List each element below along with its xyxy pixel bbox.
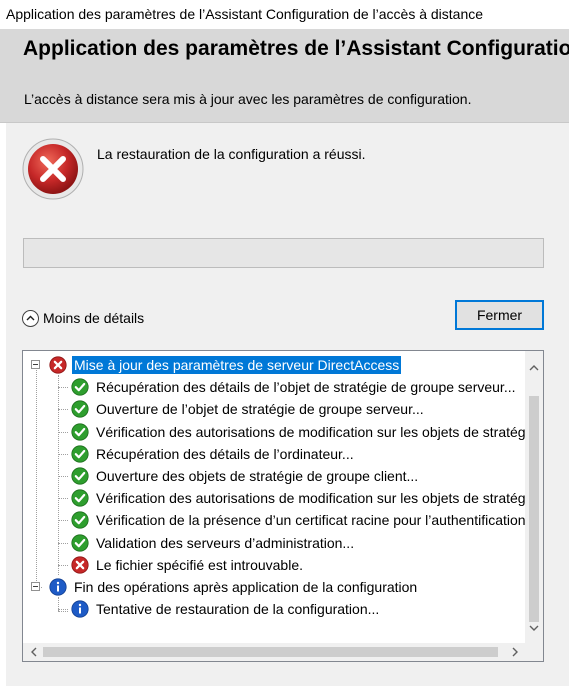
tree-group-label: Mise à jour des paramètres de serveur Di… — [72, 356, 402, 374]
scroll-right-icon[interactable] — [506, 643, 524, 661]
tree-group-label: Fin des opérations après application de … — [74, 579, 418, 595]
horizontal-scroll-thumb[interactable] — [43, 647, 498, 657]
progress-tree[interactable]: Mise à jour des paramètres de serveur Di… — [22, 350, 544, 662]
tree-group[interactable]: Fin des opérations après application de … — [49, 576, 419, 598]
tree-item-label: Ouverture de l’objet de stratégie de gro… — [96, 401, 424, 418]
tree-connector — [36, 365, 37, 587]
tree-connector — [58, 611, 68, 612]
tree-connector — [58, 542, 68, 544]
tree-item[interactable]: Le fichier spécifié est introuvable. — [71, 554, 305, 576]
success-check-icon — [71, 445, 89, 463]
tree-connector — [58, 564, 68, 566]
tree-item-label: Tentative de restauration de la configur… — [96, 601, 380, 618]
scrollbar-corner — [525, 643, 543, 661]
error-icon — [22, 138, 84, 200]
close-button[interactable]: Fermer — [455, 300, 544, 330]
details-toggle[interactable]: Moins de détails — [22, 308, 144, 328]
tree-connector — [58, 498, 68, 500]
success-check-icon — [71, 422, 89, 441]
tree-item-label: Vérification de la présence d’un certifi… — [96, 512, 544, 529]
tree-connector — [58, 375, 59, 575]
scroll-down-icon[interactable] — [525, 619, 543, 637]
tree-item-label: Validation des serveurs d’administration… — [96, 534, 355, 551]
tree-connector — [58, 453, 68, 455]
details-toggle-label: Moins de détails — [43, 310, 145, 326]
tree-item-label: Vérification des autorisations de modifi… — [96, 490, 544, 507]
tree-item[interactable]: Vérification des autorisations de modifi… — [71, 421, 544, 443]
window-title: Application des paramètres de l’Assistan… — [6, 6, 484, 22]
tree-connector — [58, 409, 68, 411]
success-check-icon — [71, 511, 89, 529]
tree-item[interactable]: Ouverture de l’objet de stratégie de gro… — [71, 398, 426, 420]
chevron-up-icon — [22, 309, 39, 327]
error-icon — [71, 556, 89, 574]
tree-item[interactable]: Vérification de la présence d’un certifi… — [71, 509, 544, 531]
error-icon — [49, 356, 67, 374]
collapse-icon[interactable] — [31, 582, 40, 591]
tree-item-label: Récupération des détails de l’objet de s… — [96, 379, 516, 396]
page-subtitle: L’accès à distance sera mis à jour avec … — [24, 91, 472, 107]
tree-connector — [58, 609, 68, 611]
vertical-scroll-thumb[interactable] — [529, 396, 539, 622]
tree-group[interactable]: Mise à jour des paramètres de serveur Di… — [49, 354, 402, 376]
info-icon — [71, 600, 89, 618]
success-check-icon — [71, 533, 89, 552]
tree-item[interactable]: Récupération des détails de l’ordinateur… — [71, 443, 356, 465]
success-check-icon — [71, 378, 89, 396]
collapse-icon[interactable] — [31, 360, 40, 369]
info-icon — [49, 578, 67, 596]
success-check-icon — [71, 489, 89, 507]
scroll-left-icon[interactable] — [25, 643, 43, 661]
tree-connector — [58, 387, 68, 389]
tree-connector — [58, 520, 68, 522]
tree-item[interactable]: Validation des serveurs d’administration… — [71, 532, 356, 554]
status-message: La restauration de la configuration a ré… — [97, 146, 366, 162]
success-check-icon — [71, 467, 89, 485]
tree-item-label: Ouverture des objets de stratégie de gro… — [96, 468, 419, 484]
tree-connector — [58, 431, 68, 433]
success-check-icon — [71, 400, 89, 418]
wizard-header: Application des paramètres de l’Assistan… — [0, 29, 569, 123]
tree-item-label: Le fichier spécifié est introuvable. — [96, 556, 303, 573]
page-title: Application des paramètres de l’Assistan… — [23, 37, 569, 60]
left-edge — [0, 123, 6, 686]
tree-connector — [58, 476, 68, 477]
tree-item-label: Vérification des autorisations de modifi… — [96, 423, 544, 440]
scroll-up-icon[interactable] — [525, 359, 543, 377]
progress-bar — [23, 238, 544, 268]
tree-item-label: Récupération des détails de l’ordinateur… — [96, 445, 354, 462]
tree-item[interactable]: Ouverture des objets de stratégie de gro… — [71, 465, 420, 487]
tree-item[interactable]: Tentative de restauration de la configur… — [71, 598, 381, 620]
tree-item[interactable]: Récupération des détails de l’objet de s… — [71, 376, 518, 398]
title-bar: Application des paramètres de l’Assistan… — [0, 0, 569, 29]
tree-item[interactable]: Vérification des autorisations de modifi… — [71, 487, 544, 509]
